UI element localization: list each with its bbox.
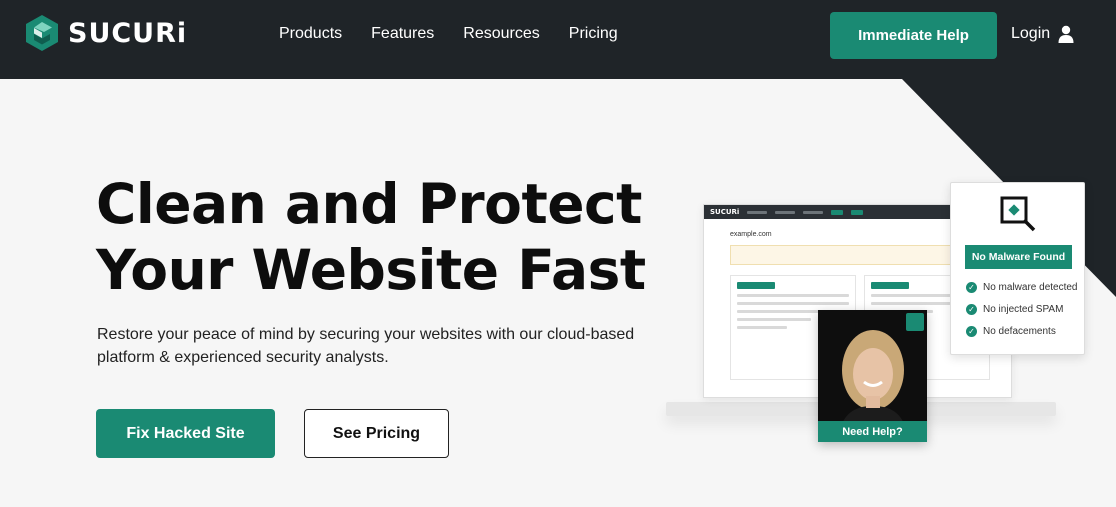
mini-line [737,294,849,297]
login-link[interactable]: Login [1011,25,1074,43]
check-label: No defacements [983,326,1056,337]
check-icon: ✓ [966,282,977,293]
mini-nav-item [775,210,796,214]
mini-nav-button [851,209,864,215]
mini-nav-item [803,210,824,214]
fix-hacked-site-button[interactable]: Fix Hacked Site [96,409,275,458]
nav-item-features[interactable]: Features [371,25,434,43]
check-item: ✓ No malware detected [966,282,1078,293]
check-item: ✓ No defacements [966,326,1056,337]
mini-tag [737,282,775,289]
brand-name: SUCURi [68,17,188,49]
mini-nav-item [747,210,768,214]
check-icon: ✓ [966,304,977,315]
nav-item-pricing[interactable]: Pricing [569,25,618,43]
sucuri-logo-icon [26,15,58,51]
brand-logo[interactable]: SUCURi [24,14,187,52]
sucuri-badge-icon [906,313,924,331]
mini-logo: SUCURi [710,208,740,216]
scan-result-card: No Malware Found ✓ No malware detected ✓… [950,182,1085,355]
hero-title-line-1: Clean and Protect [96,172,642,236]
hero-subtitle: Restore your peace of mind by securing y… [97,326,635,366]
site-header: SUCURi Products Features Resources Prici… [0,0,1116,79]
hero-title: Clean and Protect Your Website Fast [96,171,646,303]
hero-title-line-2: Your Website Fast [96,238,646,302]
need-help-label: Need Help? [818,421,927,442]
immediate-help-button[interactable]: Immediate Help [830,12,997,59]
login-label: Login [1011,25,1051,42]
check-item: ✓ No injected SPAM [966,304,1063,315]
see-pricing-button[interactable]: See Pricing [304,409,449,458]
mini-line [737,302,849,305]
dashboard-domain: example.com [730,231,772,238]
mini-nav-button [831,209,844,215]
scan-magnifier-icon [1000,196,1036,232]
nav-item-resources[interactable]: Resources [463,25,539,43]
dashboard-warning [730,245,986,265]
nav-item-products[interactable]: Products [279,25,342,43]
mini-line [737,318,812,321]
check-label: No injected SPAM [983,304,1064,315]
need-help-card[interactable]: Need Help? [818,310,927,442]
no-malware-badge: No Malware Found [965,245,1072,269]
mini-tag [871,282,909,289]
check-label: No malware detected [983,282,1078,293]
user-icon [1058,25,1074,43]
mini-line [737,326,787,329]
main-nav: Products Features Resources Pricing [279,25,618,43]
check-icon: ✓ [966,326,977,337]
